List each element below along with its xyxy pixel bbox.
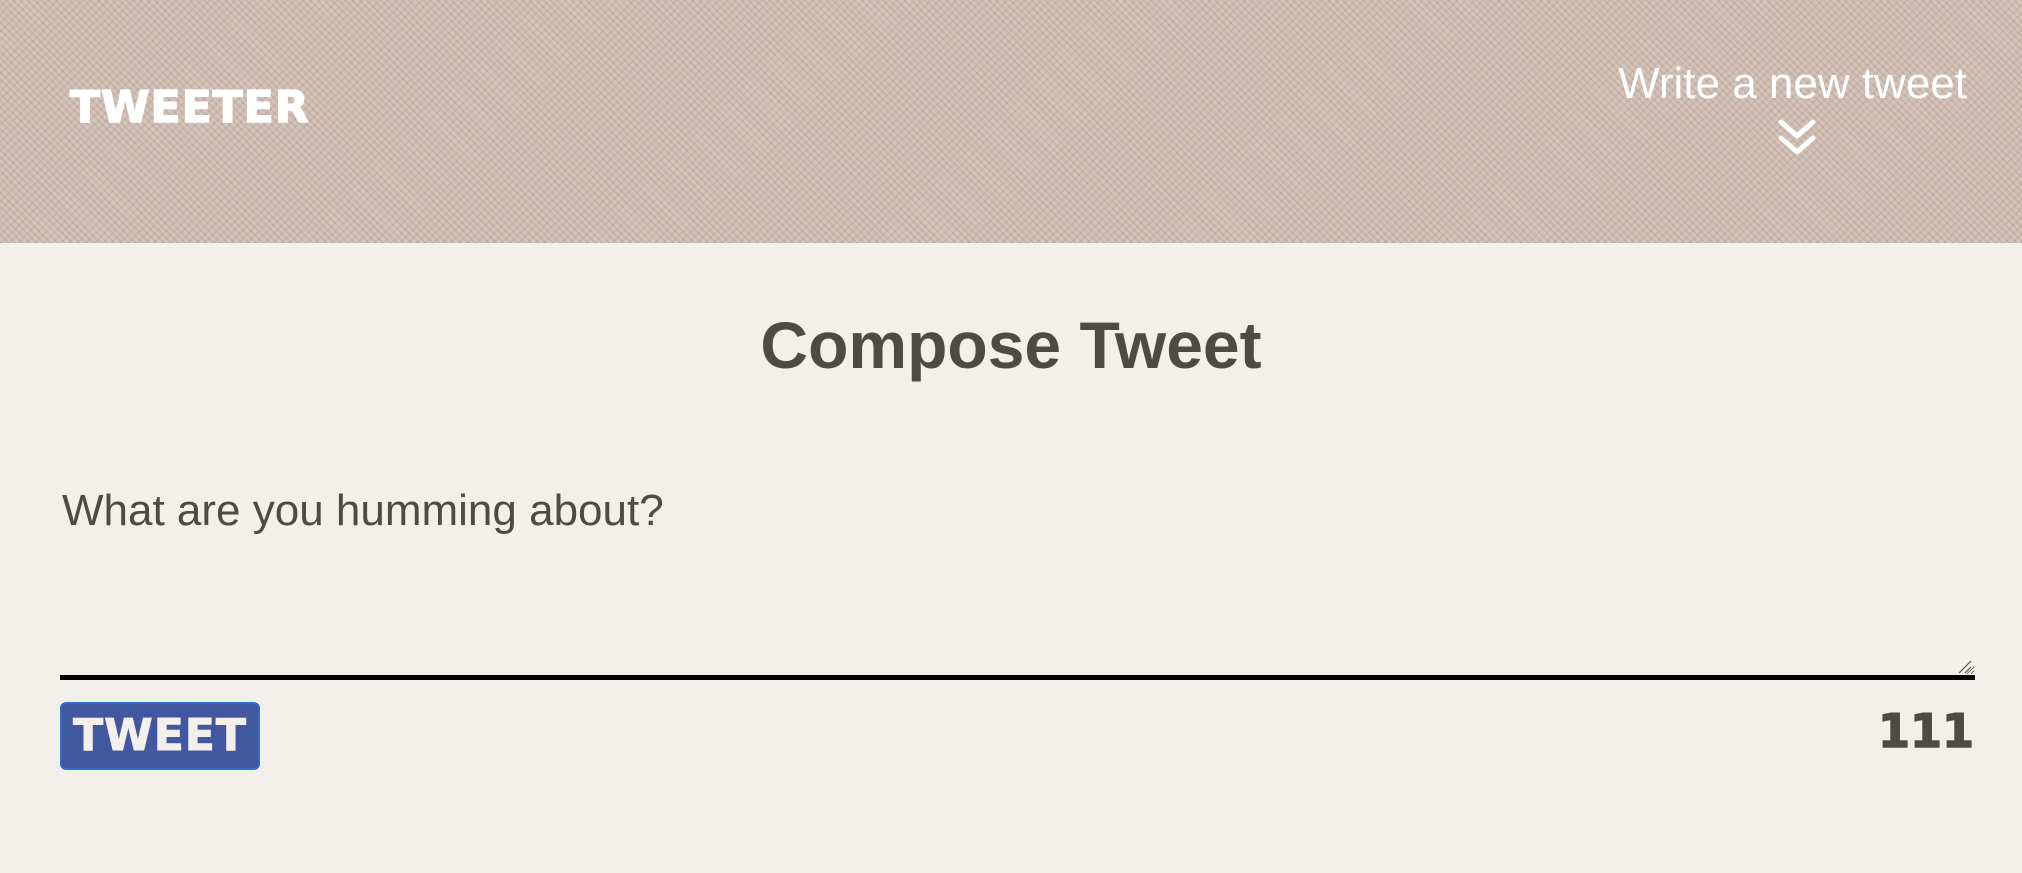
compose-title: Compose Tweet xyxy=(760,308,1262,382)
app-logo: TWEETER xyxy=(69,81,310,134)
resize-handle-icon[interactable] xyxy=(1958,660,1972,674)
write-new-tweet-label: Write a new tweet xyxy=(1618,59,1967,108)
tweet-text-input[interactable] xyxy=(60,470,1975,680)
write-new-tweet-link[interactable]: Write a new tweet xyxy=(1547,56,1967,155)
character-counter: 111 xyxy=(1877,703,1975,759)
tweet-submit-button[interactable]: TWEET xyxy=(60,702,260,770)
double-chevron-down-icon[interactable] xyxy=(1775,116,1819,160)
navbar: TWEETER Write a new tweet xyxy=(0,0,2022,243)
